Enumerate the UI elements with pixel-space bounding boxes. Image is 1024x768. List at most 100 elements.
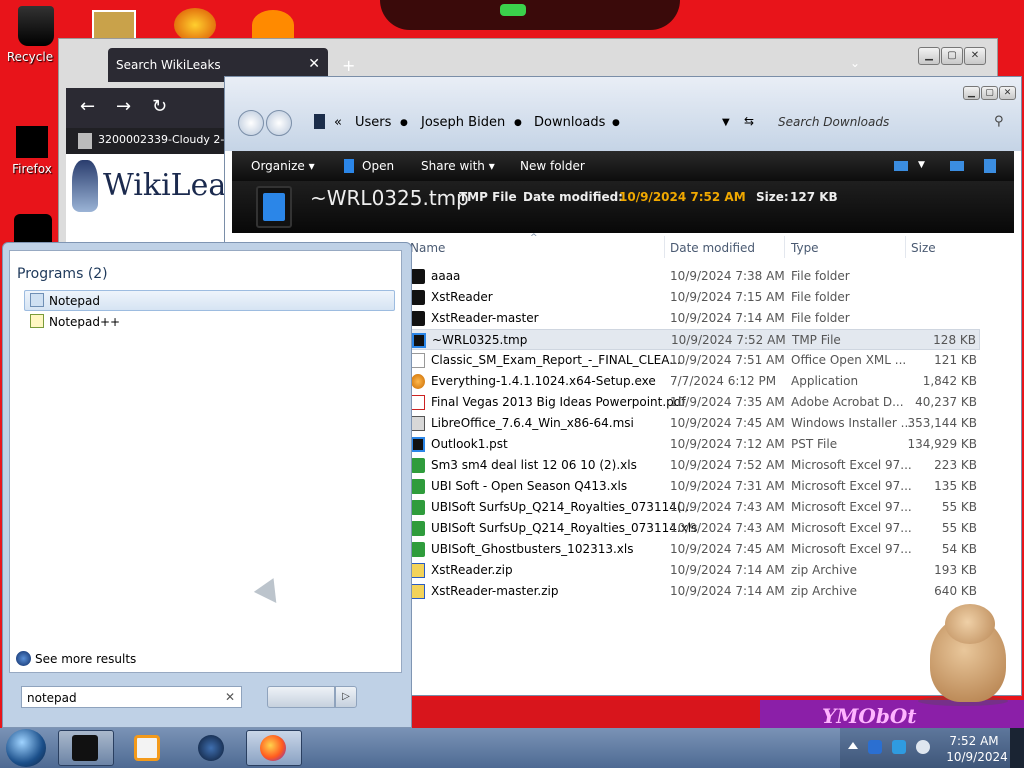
share-with-label: Share with	[421, 159, 485, 173]
clock-time[interactable]: 7:52 AM	[946, 734, 1002, 748]
shutdown-options-arrow-icon[interactable]: ▷	[335, 686, 357, 708]
file-row[interactable]: LibreOffice_7.6.4_Win_x86-64.msi 10/9/202…	[408, 413, 980, 434]
media-player-icon[interactable]	[134, 735, 160, 761]
forward-button[interactable]	[266, 110, 292, 136]
minimize-button[interactable]: ▁	[918, 47, 940, 65]
explorer-minimize-button[interactable]: ▁	[963, 86, 980, 100]
breadcrumb-separator-icon[interactable]: ●	[612, 118, 620, 128]
file-date: 10/9/2024 7:52 AM	[670, 458, 785, 472]
back-icon[interactable]: ←	[80, 96, 95, 117]
breadcrumb-user[interactable]: Joseph Biden	[421, 115, 505, 130]
wikileaks-logo-icon	[72, 160, 98, 212]
zip-icon	[411, 563, 425, 578]
new-tab-icon[interactable]: +	[342, 56, 355, 75]
view-icon[interactable]	[894, 161, 908, 171]
file-row[interactable]: Everything-1.4.1.1024.x64-Setup.exe 7/7/2…	[408, 371, 980, 392]
file-date: 10/9/2024 7:45 AM	[670, 416, 785, 430]
file-row[interactable]: aaaa 10/9/2024 7:38 AM File folder	[408, 266, 980, 287]
explorer-close-button[interactable]: ✕	[999, 86, 1016, 100]
file-row[interactable]: ~WRL0325.tmp 10/9/2024 7:52 AM TMP File 128…	[408, 329, 980, 350]
preview-pane-icon[interactable]	[950, 161, 964, 171]
column-header-date[interactable]: Date modified	[670, 241, 755, 255]
breadcrumb-overflow[interactable]: «	[334, 115, 342, 130]
file-row[interactable]: XstReader-master 10/9/2024 7:14 AM File fo…	[408, 308, 980, 329]
column-divider[interactable]	[905, 236, 906, 258]
share-with-button[interactable]: Share with ▾	[421, 159, 495, 173]
see-more-icon	[16, 651, 31, 666]
breadcrumb-separator-icon[interactable]: ●	[514, 118, 522, 128]
volume-icon[interactable]	[916, 740, 930, 754]
open-button[interactable]: Open	[362, 159, 394, 173]
start-button[interactable]	[6, 729, 46, 767]
app-icon[interactable]	[198, 735, 224, 761]
breadcrumb-users[interactable]: Users	[355, 115, 391, 130]
tray-app-icon[interactable]	[868, 740, 882, 754]
file-row[interactable]: UBISoft SurfsUp_Q214_Royalties_073114(..…	[408, 497, 980, 518]
file-size: 54 KB	[941, 542, 977, 556]
explorer-maximize-button[interactable]: ▢	[981, 86, 998, 100]
clear-search-icon[interactable]: ✕	[225, 690, 235, 704]
show-hidden-icons-icon[interactable]	[848, 742, 858, 749]
view-dropdown-icon[interactable]: ▼	[918, 160, 925, 170]
desktop-app-icon[interactable]	[14, 214, 52, 244]
show-desktop-button[interactable]	[1010, 728, 1024, 768]
desktop-icon-label: Recycle B	[6, 50, 66, 64]
file-row[interactable]: Sm3 sm4 deal list 12 06 10 (2).xls 10/9/2…	[408, 455, 980, 476]
column-divider[interactable]	[784, 236, 785, 258]
tmp-file-icon	[412, 333, 426, 348]
see-more-results-link[interactable]: See more results	[35, 652, 136, 666]
notepad-plus-plus-icon	[30, 314, 44, 328]
file-type: File folder	[791, 290, 850, 304]
file-size: 55 KB	[941, 521, 977, 535]
search-input[interactable]: Search Downloads	[778, 115, 889, 129]
start-search-input[interactable]: notepad	[21, 686, 242, 708]
close-button[interactable]: ✕	[964, 47, 986, 65]
folder-black-icon	[411, 269, 425, 284]
file-row[interactable]: UBISoft SurfsUp_Q214_Royalties_073114.xl…	[408, 518, 980, 539]
breadcrumb-downloads[interactable]: Downloads	[534, 115, 605, 130]
file-type: Microsoft Excel 97...	[791, 521, 912, 535]
column-header-type[interactable]: Type	[791, 241, 819, 255]
search-icon[interactable]: ⚲	[994, 114, 1004, 129]
help-icon[interactable]	[984, 159, 996, 173]
organize-button[interactable]: Organize ▾	[251, 159, 315, 173]
pdf-icon	[411, 395, 425, 410]
clock-date[interactable]: 10/9/2024	[946, 750, 1008, 764]
program-item-notepad-plus-plus[interactable]: Notepad++	[49, 315, 120, 329]
firefox-icon	[16, 126, 48, 158]
file-row[interactable]: XstReader.zip 10/9/2024 7:14 AM zip Archiv…	[408, 560, 980, 581]
file-row[interactable]: XstReader 10/9/2024 7:15 AM File folder	[408, 287, 980, 308]
shutdown-button[interactable]	[267, 686, 335, 708]
app-icon	[72, 735, 98, 761]
breadcrumb-separator-icon[interactable]: ●	[400, 118, 408, 128]
file-row[interactable]: Final Vegas 2013 Big Ideas Powerpoint.pd…	[408, 392, 980, 413]
file-name: UBISoft SurfsUp_Q214_Royalties_073114.xl…	[431, 521, 698, 535]
reload-icon[interactable]: ↻	[152, 96, 167, 117]
details-file-type: TMP File	[459, 190, 517, 204]
column-divider[interactable]	[664, 236, 665, 258]
desktop-app-icon[interactable]	[174, 8, 216, 42]
file-row[interactable]: Classic_SM_Exam_Report_-_FINAL_CLEA... 10…	[408, 350, 980, 371]
file-row[interactable]: UBI Soft - Open Season Q413.xls 10/9/2024…	[408, 476, 980, 497]
tab-list-icon[interactable]: ⌄	[850, 56, 860, 70]
forward-icon[interactable]: →	[116, 96, 131, 117]
file-row[interactable]: XstReader-master.zip 10/9/2024 7:14 AM zip…	[408, 581, 980, 602]
file-row[interactable]: UBISoft_Ghostbusters_102313.xls 10/9/2024…	[408, 539, 980, 560]
tmp-file-icon	[411, 437, 425, 452]
back-button[interactable]	[238, 110, 264, 136]
new-folder-button[interactable]: New folder	[520, 159, 585, 173]
column-header-size[interactable]: Size	[911, 241, 936, 255]
column-header-name[interactable]: Name	[410, 241, 445, 255]
address-bar[interactable]: « Users ● Joseph Biden ● Downloads ● ▼ ⇆	[304, 108, 764, 136]
file-row[interactable]: Outlook1.pst 10/9/2024 7:12 AM PST File 134…	[408, 434, 980, 455]
close-tab-icon[interactable]: ✕	[308, 56, 320, 72]
maximize-button[interactable]: ▢	[941, 47, 963, 65]
start-search-value: notepad	[27, 691, 77, 705]
document-icon	[411, 353, 425, 368]
refresh-icon[interactable]: ⇆	[744, 114, 754, 128]
network-icon[interactable]	[892, 740, 906, 754]
desktop-icon-firefox[interactable]: Firefox	[0, 126, 64, 176]
desktop-folder-icon[interactable]	[92, 10, 136, 40]
desktop-app-icon[interactable]	[252, 10, 294, 40]
address-dropdown-icon[interactable]: ▼	[722, 117, 730, 128]
